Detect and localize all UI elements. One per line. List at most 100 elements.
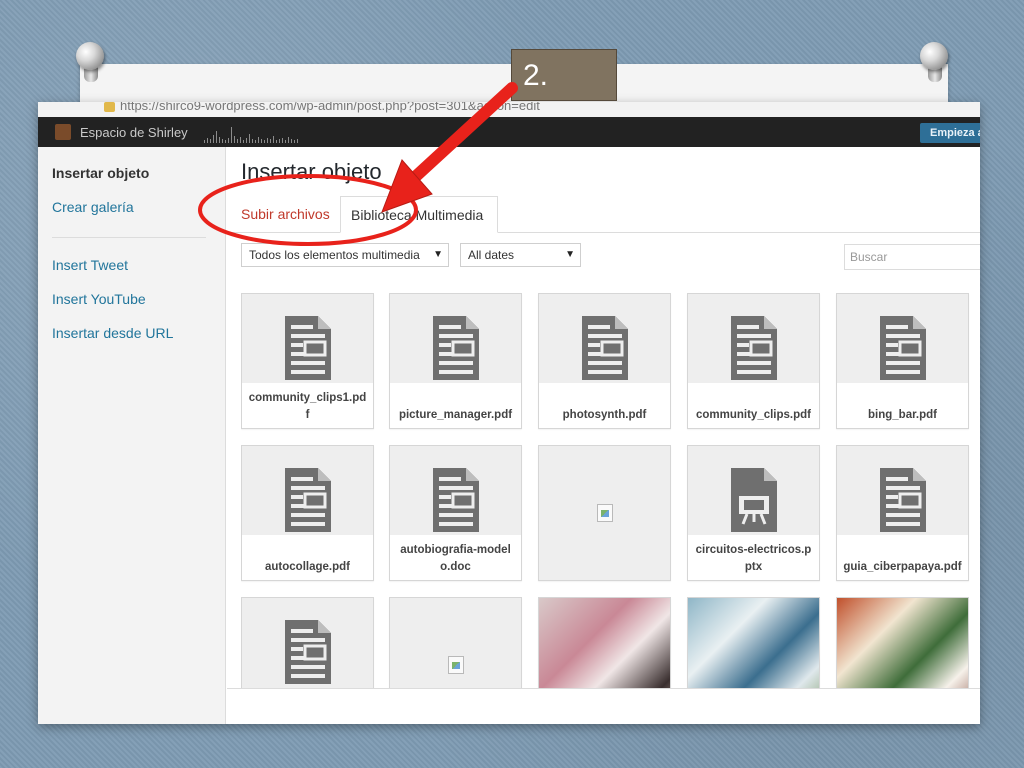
sidebar-item-insert-youtube[interactable]: Insert YouTube bbox=[52, 291, 146, 307]
sparkline-bar bbox=[258, 137, 259, 143]
media-item[interactable]: circuitos-electricos.pptx bbox=[687, 445, 820, 581]
media-item-filename: picture_manager.pdf bbox=[390, 383, 521, 428]
media-item[interactable]: autocollage.pdf bbox=[241, 445, 374, 581]
media-item[interactable] bbox=[241, 597, 374, 691]
media-item-filename: photosynth.pdf bbox=[539, 383, 670, 428]
page-title: Insertar objeto bbox=[241, 159, 382, 184]
chevron-down-icon: ▼ bbox=[565, 249, 575, 260]
media-sidebar: Insertar objeto Crear galería Insert Twe… bbox=[38, 147, 226, 724]
start-button[interactable]: Empieza a bbox=[920, 123, 980, 143]
sparkline-bar bbox=[255, 140, 256, 143]
sparkline-bar bbox=[252, 139, 253, 143]
tab-upload-files[interactable]: Subir archivos bbox=[241, 196, 330, 233]
sidebar-divider bbox=[52, 237, 206, 238]
sparkline-bar bbox=[225, 140, 226, 143]
admin-bar: Espacio de Shirley Empieza a bbox=[38, 117, 980, 147]
site-name-link[interactable]: Espacio de Shirley bbox=[80, 125, 188, 140]
tab-media-library[interactable]: Biblioteca Multimedia bbox=[340, 196, 498, 233]
sparkline-bar bbox=[279, 139, 280, 143]
icon-wrapper bbox=[390, 294, 521, 380]
site-avatar-icon[interactable] bbox=[55, 124, 71, 140]
icon-wrapper bbox=[242, 294, 373, 380]
sparkline-bar bbox=[216, 131, 217, 143]
media-item-filename: guia_ciberpapaya.pdf bbox=[837, 535, 968, 580]
chevron-down-icon: ▼ bbox=[433, 249, 443, 260]
sparkline-bar bbox=[204, 140, 205, 143]
media-item[interactable]: picture_manager.pdf bbox=[389, 293, 522, 429]
pushpin-icon bbox=[916, 42, 956, 86]
sidebar-item-insert-tweet[interactable]: Insert Tweet bbox=[52, 257, 128, 273]
sparkline-bar bbox=[276, 140, 277, 143]
sparkline-bar bbox=[285, 140, 286, 143]
document-file-icon bbox=[879, 468, 926, 532]
icon-wrapper bbox=[242, 446, 373, 532]
media-item[interactable]: bing_bar.pdf bbox=[836, 293, 969, 429]
media-type-select[interactable]: Todos los elementos multimedia ▼ bbox=[241, 243, 449, 267]
media-item-filename: bing_bar.pdf bbox=[837, 383, 968, 428]
lock-icon bbox=[104, 102, 115, 112]
document-file-icon bbox=[730, 316, 777, 380]
sparkline-bar bbox=[270, 139, 271, 143]
sparkline-bar bbox=[240, 137, 241, 143]
step-callout: 2. bbox=[511, 49, 617, 101]
icon-wrapper bbox=[688, 446, 819, 532]
document-file-icon bbox=[284, 316, 331, 380]
media-item-filename: community_clips.pdf bbox=[688, 383, 819, 428]
sparkline-bar bbox=[291, 139, 292, 143]
sidebar-item-insert-object[interactable]: Insertar objeto bbox=[52, 165, 149, 181]
media-item-filename: circuitos-electricos.pptx bbox=[688, 535, 819, 580]
media-item[interactable]: photosynth.pdf bbox=[538, 293, 671, 429]
presentation-file-icon bbox=[730, 468, 777, 532]
sparkline-bar bbox=[261, 139, 262, 143]
sparkline-bar bbox=[237, 139, 238, 143]
sparkline-bar bbox=[297, 139, 298, 143]
date-select[interactable]: All dates ▼ bbox=[460, 243, 581, 267]
document-file-icon bbox=[432, 316, 479, 380]
document-file-icon bbox=[432, 468, 479, 532]
sparkline-bar bbox=[243, 140, 244, 143]
date-select-value: All dates bbox=[468, 248, 515, 262]
photo-thumbnail[interactable] bbox=[687, 597, 820, 691]
broken-image-icon bbox=[597, 504, 613, 522]
sparkline-bar bbox=[213, 135, 214, 143]
sparkline-bar bbox=[249, 134, 250, 143]
document-file-icon bbox=[581, 316, 628, 380]
media-grid: community_clips1.pdf picture_manager.pdf p… bbox=[241, 293, 971, 691]
media-type-select-value: Todos los elementos multimedia bbox=[249, 248, 420, 262]
sparkline-bar bbox=[222, 139, 223, 143]
media-main-panel: Insertar objeto Subir archivos Bibliotec… bbox=[227, 147, 980, 724]
media-item[interactable]: community_clips.pdf bbox=[687, 293, 820, 429]
media-item[interactable]: community_clips1.pdf bbox=[241, 293, 374, 429]
pushpin-icon bbox=[72, 42, 112, 86]
icon-wrapper bbox=[837, 446, 968, 532]
sparkline-bar bbox=[264, 140, 265, 143]
media-item[interactable] bbox=[538, 445, 671, 581]
media-item[interactable]: guia_ciberpapaya.pdf bbox=[836, 445, 969, 581]
sparkline-bar bbox=[207, 138, 208, 143]
media-item[interactable]: autobiografia-modelo.doc bbox=[389, 445, 522, 581]
icon-wrapper bbox=[688, 294, 819, 380]
media-item-filename: autocollage.pdf bbox=[242, 535, 373, 580]
sparkline-bar bbox=[231, 127, 232, 143]
document-file-icon bbox=[879, 316, 926, 380]
sparkline-bar bbox=[246, 138, 247, 143]
sparkline-bar bbox=[228, 138, 229, 143]
stats-sparkline-icon[interactable] bbox=[204, 123, 300, 143]
icon-wrapper bbox=[837, 294, 968, 380]
screenshot-frame: https://shirco9-wordpress.com/wp-admin/p… bbox=[38, 102, 980, 724]
broken-image-icon bbox=[448, 656, 464, 674]
media-item[interactable] bbox=[389, 597, 522, 691]
sidebar-item-insert-from-url[interactable]: Insertar desde URL bbox=[52, 325, 173, 341]
sparkline-bar bbox=[294, 140, 295, 143]
sparkline-bar bbox=[282, 138, 283, 143]
sparkline-bar bbox=[273, 136, 274, 143]
media-item-filename: community_clips1.pdf bbox=[242, 383, 373, 428]
sidebar-item-create-gallery[interactable]: Crear galería bbox=[52, 199, 134, 215]
browser-url[interactable]: https://shirco9-wordpress.com/wp-admin/p… bbox=[120, 102, 540, 113]
search-input[interactable] bbox=[844, 244, 980, 270]
document-file-icon bbox=[284, 468, 331, 532]
sparkline-bar bbox=[234, 136, 235, 143]
photo-thumbnail[interactable] bbox=[836, 597, 969, 691]
photo-thumbnail[interactable] bbox=[538, 597, 671, 691]
browser-url-bar[interactable]: https://shirco9-wordpress.com/wp-admin/p… bbox=[38, 102, 980, 117]
